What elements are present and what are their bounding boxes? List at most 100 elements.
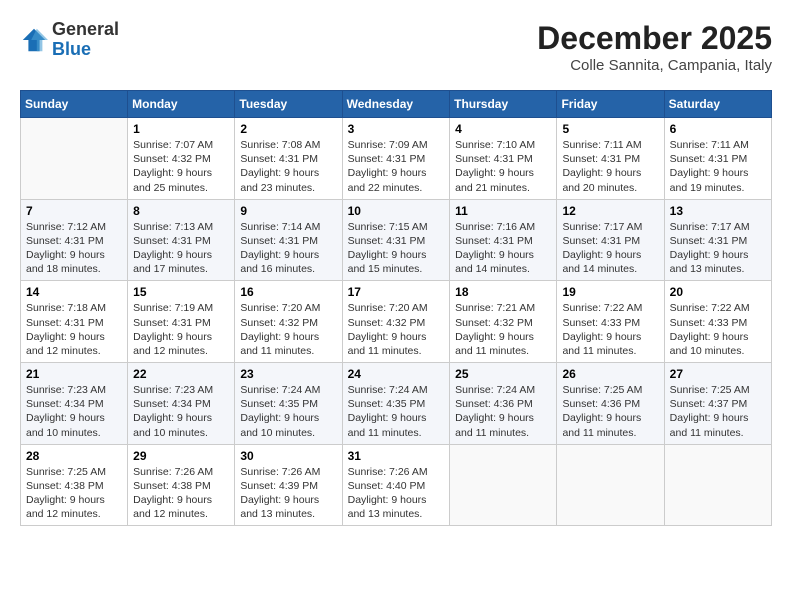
calendar-cell: 2Sunrise: 7:08 AMSunset: 4:31 PMDaylight… [235, 118, 342, 200]
calendar-week-1: 1 Sunrise: 7:07 AMSunset: 4:32 PMDaylight… [21, 118, 772, 200]
day-number: 26 [562, 367, 658, 381]
calendar-cell [664, 444, 771, 526]
calendar-cell [450, 444, 557, 526]
day-info: Sunrise: 7:13 AMSunset: 4:31 PMDaylight:… [133, 220, 229, 277]
header-cell-tuesday: Tuesday [235, 91, 342, 118]
day-number: 21 [26, 367, 122, 381]
day-number: 14 [26, 285, 122, 299]
calendar-cell [557, 444, 664, 526]
day-info: Sunrise: 7:24 AMSunset: 4:35 PMDaylight:… [348, 383, 445, 440]
day-number: 1 [133, 122, 229, 136]
day-number: 8 [133, 204, 229, 218]
day-info: Sunrise: 7:17 AMSunset: 4:31 PMDaylight:… [670, 220, 766, 277]
calendar-cell: 9 Sunrise: 7:14 AMSunset: 4:31 PMDaylight… [235, 199, 342, 281]
calendar-cell: 12 Sunrise: 7:17 AMSunset: 4:31 PMDayligh… [557, 199, 664, 281]
day-info: Sunrise: 7:25 AMSunset: 4:37 PMDaylight:… [670, 383, 766, 440]
day-number: 19 [562, 285, 658, 299]
day-number: 24 [348, 367, 445, 381]
calendar-cell: 18 Sunrise: 7:21 AMSunset: 4:32 PMDayligh… [450, 281, 557, 363]
day-number: 20 [670, 285, 766, 299]
day-number: 6 [670, 122, 766, 136]
day-number: 16 [240, 285, 336, 299]
day-info: Sunrise: 7:19 AMSunset: 4:31 PMDaylight:… [133, 301, 229, 358]
day-info: Sunrise: 7:26 AMSunset: 4:40 PMDaylight:… [348, 465, 445, 522]
title-section: December 2025 Colle Sannita, Campania, I… [537, 20, 772, 74]
header-cell-sunday: Sunday [21, 91, 128, 118]
calendar-cell: 22Sunrise: 7:23 AMSunset: 4:34 PMDayligh… [128, 363, 235, 445]
month-title: December 2025 [537, 20, 772, 57]
day-number: 27 [670, 367, 766, 381]
day-number: 3 [348, 122, 445, 136]
day-info: Sunrise: 7:22 AMSunset: 4:33 PMDaylight:… [670, 301, 766, 358]
day-info: Sunrise: 7:26 AMSunset: 4:39 PMDaylight:… [240, 465, 336, 522]
calendar-cell: 24 Sunrise: 7:24 AMSunset: 4:35 PMDayligh… [342, 363, 450, 445]
day-info: Sunrise: 7:24 AMSunset: 4:35 PMDaylight:… [240, 383, 336, 440]
calendar-cell: 31 Sunrise: 7:26 AMSunset: 4:40 PMDayligh… [342, 444, 450, 526]
calendar-cell: 26 Sunrise: 7:25 AMSunset: 4:36 PMDayligh… [557, 363, 664, 445]
day-number: 15 [133, 285, 229, 299]
day-info: Sunrise: 7:23 AMSunset: 4:34 PMDaylight:… [26, 383, 122, 440]
calendar-cell: 11Sunrise: 7:16 AMSunset: 4:31 PMDayligh… [450, 199, 557, 281]
day-number: 31 [348, 449, 445, 463]
calendar-week-2: 7Sunrise: 7:12 AMSunset: 4:31 PMDaylight… [21, 199, 772, 281]
day-number: 13 [670, 204, 766, 218]
header-cell-saturday: Saturday [664, 91, 771, 118]
calendar-cell: 29Sunrise: 7:26 AMSunset: 4:38 PMDayligh… [128, 444, 235, 526]
header-cell-thursday: Thursday [450, 91, 557, 118]
calendar-cell: 17 Sunrise: 7:20 AMSunset: 4:32 PMDayligh… [342, 281, 450, 363]
day-number: 18 [455, 285, 551, 299]
day-info: Sunrise: 7:18 AMSunset: 4:31 PMDaylight:… [26, 301, 122, 358]
calendar-cell: 25 Sunrise: 7:24 AMSunset: 4:36 PMDayligh… [450, 363, 557, 445]
day-info: Sunrise: 7:24 AMSunset: 4:36 PMDaylight:… [455, 383, 551, 440]
calendar-cell: 10Sunrise: 7:15 AMSunset: 4:31 PMDayligh… [342, 199, 450, 281]
calendar-cell: 28Sunrise: 7:25 AMSunset: 4:38 PMDayligh… [21, 444, 128, 526]
day-info: Sunrise: 7:10 AMSunset: 4:31 PMDaylight:… [455, 138, 551, 195]
logo-icon [20, 26, 48, 54]
day-info: Sunrise: 7:11 AMSunset: 4:31 PMDaylight:… [562, 138, 658, 195]
day-info: Sunrise: 7:08 AMSunset: 4:31 PMDaylight:… [240, 138, 336, 195]
calendar-cell: 7Sunrise: 7:12 AMSunset: 4:31 PMDaylight… [21, 199, 128, 281]
calendar-cell: 27 Sunrise: 7:25 AMSunset: 4:37 PMDayligh… [664, 363, 771, 445]
calendar-cell: 15 Sunrise: 7:19 AMSunset: 4:31 PMDayligh… [128, 281, 235, 363]
day-number: 4 [455, 122, 551, 136]
header-cell-monday: Monday [128, 91, 235, 118]
day-info: Sunrise: 7:17 AMSunset: 4:31 PMDaylight:… [562, 220, 658, 277]
day-number: 28 [26, 449, 122, 463]
calendar-cell: 3 Sunrise: 7:09 AMSunset: 4:31 PMDaylight… [342, 118, 450, 200]
calendar-table: SundayMondayTuesdayWednesdayThursdayFrid… [20, 90, 772, 526]
day-info: Sunrise: 7:25 AMSunset: 4:36 PMDaylight:… [562, 383, 658, 440]
calendar-cell: 6 Sunrise: 7:11 AMSunset: 4:31 PMDaylight… [664, 118, 771, 200]
header-cell-friday: Friday [557, 91, 664, 118]
calendar-cell: 14 Sunrise: 7:18 AMSunset: 4:31 PMDayligh… [21, 281, 128, 363]
day-info: Sunrise: 7:11 AMSunset: 4:31 PMDaylight:… [670, 138, 766, 195]
calendar-week-3: 14 Sunrise: 7:18 AMSunset: 4:31 PMDayligh… [21, 281, 772, 363]
day-number: 23 [240, 367, 336, 381]
logo-text: General Blue [52, 20, 119, 60]
calendar-week-4: 21 Sunrise: 7:23 AMSunset: 4:34 PMDayligh… [21, 363, 772, 445]
day-number: 7 [26, 204, 122, 218]
day-number: 25 [455, 367, 551, 381]
day-info: Sunrise: 7:07 AMSunset: 4:32 PMDaylight:… [133, 138, 229, 195]
day-info: Sunrise: 7:09 AMSunset: 4:31 PMDaylight:… [348, 138, 445, 195]
calendar-cell: 20 Sunrise: 7:22 AMSunset: 4:33 PMDayligh… [664, 281, 771, 363]
calendar-cell: 19 Sunrise: 7:22 AMSunset: 4:33 PMDayligh… [557, 281, 664, 363]
day-info: Sunrise: 7:14 AMSunset: 4:31 PMDaylight:… [240, 220, 336, 277]
day-info: Sunrise: 7:16 AMSunset: 4:31 PMDaylight:… [455, 220, 551, 277]
calendar-body: 1 Sunrise: 7:07 AMSunset: 4:32 PMDaylight… [21, 118, 772, 526]
day-number: 17 [348, 285, 445, 299]
day-number: 12 [562, 204, 658, 218]
day-info: Sunrise: 7:21 AMSunset: 4:32 PMDaylight:… [455, 301, 551, 358]
calendar-cell: 30 Sunrise: 7:26 AMSunset: 4:39 PMDayligh… [235, 444, 342, 526]
day-info: Sunrise: 7:22 AMSunset: 4:33 PMDaylight:… [562, 301, 658, 358]
calendar-cell: 13 Sunrise: 7:17 AMSunset: 4:31 PMDayligh… [664, 199, 771, 281]
day-number: 22 [133, 367, 229, 381]
logo: General Blue [20, 20, 119, 60]
calendar-cell [21, 118, 128, 200]
day-number: 29 [133, 449, 229, 463]
calendar-cell: 1 Sunrise: 7:07 AMSunset: 4:32 PMDaylight… [128, 118, 235, 200]
calendar-cell: 5Sunrise: 7:11 AMSunset: 4:31 PMDaylight… [557, 118, 664, 200]
day-info: Sunrise: 7:20 AMSunset: 4:32 PMDaylight:… [348, 301, 445, 358]
day-number: 10 [348, 204, 445, 218]
day-number: 9 [240, 204, 336, 218]
day-number: 30 [240, 449, 336, 463]
